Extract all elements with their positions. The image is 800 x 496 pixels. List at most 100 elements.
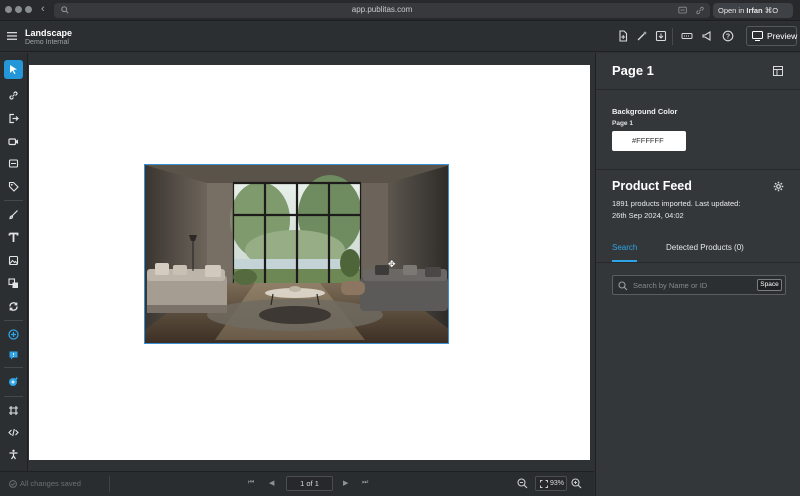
search-icon bbox=[618, 281, 628, 291]
toolbar-divider bbox=[4, 320, 23, 321]
tool-sidebar bbox=[0, 53, 28, 496]
sparkle-icon bbox=[9, 376, 19, 386]
next-page-icon[interactable]: ▶ bbox=[343, 479, 348, 487]
minimize-window-dot[interactable] bbox=[15, 6, 22, 13]
refresh-icon bbox=[9, 302, 18, 311]
keyboard-icon[interactable] bbox=[681, 30, 693, 42]
external-link-tool[interactable] bbox=[4, 109, 23, 128]
previous-page-icon[interactable]: ◀ bbox=[269, 479, 274, 487]
feed-status-line: 1891 products imported. Last updated: bbox=[612, 199, 741, 208]
frame-icon bbox=[9, 406, 18, 415]
publication-title: Landscape bbox=[25, 28, 73, 38]
link-tool[interactable] bbox=[4, 86, 23, 105]
link-icon[interactable] bbox=[695, 6, 705, 15]
open-in-app-name: Irfan bbox=[746, 6, 763, 15]
cursor-icon bbox=[10, 65, 17, 74]
tab-search[interactable]: Search bbox=[612, 243, 637, 252]
properties-panel: Page 1 Background Color Page 1 #FFFFFF P… bbox=[595, 53, 800, 496]
zoom-value: 93% bbox=[550, 480, 565, 487]
space-shortcut-badge: Space bbox=[757, 279, 782, 291]
maximize-window-dot[interactable] bbox=[25, 6, 32, 13]
page-layout-icon[interactable] bbox=[773, 66, 783, 76]
product-search-input[interactable]: Search by Name or ID Space bbox=[612, 275, 786, 295]
check-circle-icon bbox=[9, 480, 17, 488]
preview-button[interactable]: Preview bbox=[746, 26, 797, 46]
download-icon[interactable] bbox=[655, 30, 667, 42]
background-page-label: Page 1 bbox=[612, 120, 633, 127]
image-icon bbox=[8, 255, 19, 266]
video-icon bbox=[8, 138, 18, 146]
close-window-dot[interactable] bbox=[5, 6, 12, 13]
tab-divider bbox=[596, 262, 800, 263]
open-in-label: Open in bbox=[718, 6, 745, 15]
landscape-living-room-image[interactable]: ✥ bbox=[144, 164, 449, 344]
gear-icon[interactable] bbox=[773, 181, 784, 192]
last-page-icon[interactable]: ⏭ bbox=[362, 479, 368, 487]
layers-tool[interactable] bbox=[4, 274, 23, 293]
toolbar-divider bbox=[4, 396, 23, 397]
draw-tool[interactable] bbox=[4, 205, 23, 224]
feed-status: 1891 products imported. Last updated: 26… bbox=[612, 198, 772, 221]
monitor-icon bbox=[752, 31, 763, 41]
bottom-status-bar: All changes saved ⏮ ◀ 1 of 1 ▶ ⏭ 93% bbox=[0, 471, 594, 496]
image-tool[interactable] bbox=[4, 251, 23, 270]
url-text: app.publitas.com bbox=[351, 5, 413, 14]
select-tool[interactable] bbox=[4, 60, 23, 79]
toolbar-separator bbox=[672, 28, 673, 45]
editor-canvas[interactable]: ✥ bbox=[29, 53, 594, 471]
reader-icon[interactable] bbox=[678, 6, 688, 15]
accessibility-tool[interactable] bbox=[4, 445, 23, 464]
add-page-icon[interactable] bbox=[617, 30, 629, 42]
tag-icon bbox=[8, 181, 19, 192]
canvas-page[interactable]: ✥ bbox=[29, 65, 590, 460]
toolbar-divider bbox=[4, 367, 23, 368]
add-hotspot-tool[interactable] bbox=[4, 325, 23, 344]
ai-tool[interactable] bbox=[4, 372, 23, 391]
living-room-photo: ✥ bbox=[145, 165, 448, 343]
open-in-shortcut: ⌘O bbox=[764, 6, 779, 15]
publication-subtitle: Demo Internal bbox=[25, 39, 69, 46]
announcement-icon[interactable] bbox=[701, 30, 713, 42]
save-status: All changes saved bbox=[20, 479, 81, 488]
embed-icon bbox=[8, 159, 19, 168]
plus-circle-icon bbox=[8, 329, 19, 340]
embed-tool[interactable] bbox=[4, 154, 23, 173]
browser-back-icon[interactable]: ‹ bbox=[41, 3, 45, 15]
open-in-app-button[interactable]: Open in Irfan ⌘O bbox=[713, 3, 793, 18]
layers-icon bbox=[8, 278, 18, 288]
zoom-level-field[interactable]: 93% bbox=[535, 476, 567, 491]
zoom-out-icon[interactable] bbox=[517, 478, 528, 489]
product-feed-title: Product Feed bbox=[612, 179, 692, 193]
address-bar[interactable]: app.publitas.com bbox=[54, 3, 710, 18]
exit-icon bbox=[9, 113, 19, 124]
page-title: Page 1 bbox=[612, 63, 654, 78]
fit-icon bbox=[540, 480, 548, 488]
first-page-icon[interactable]: ⏮ bbox=[248, 479, 254, 487]
video-tool[interactable] bbox=[4, 132, 23, 151]
link-icon bbox=[9, 91, 18, 100]
panel-header: Page 1 bbox=[596, 53, 800, 90]
tab-detected-products[interactable]: Detected Products (0) bbox=[666, 243, 744, 252]
page-indicator[interactable]: 1 of 1 bbox=[286, 476, 333, 491]
panel-divider bbox=[596, 169, 800, 170]
magic-wand-icon[interactable] bbox=[636, 30, 648, 42]
brush-icon bbox=[9, 210, 18, 220]
toolbar-divider bbox=[4, 200, 23, 201]
slideshow-tool[interactable] bbox=[4, 297, 23, 316]
menu-icon[interactable] bbox=[7, 32, 17, 40]
product-tag-tool[interactable] bbox=[4, 177, 23, 196]
background-color-input[interactable]: #FFFFFF bbox=[612, 131, 686, 151]
svg-text:?: ? bbox=[726, 33, 730, 40]
search-placeholder: Search by Name or ID bbox=[633, 281, 708, 290]
status-separator bbox=[109, 476, 110, 492]
crop-tool[interactable] bbox=[4, 401, 23, 420]
comment-tool[interactable] bbox=[4, 346, 23, 365]
help-icon[interactable]: ? bbox=[722, 30, 734, 42]
zoom-in-icon[interactable] bbox=[571, 478, 582, 489]
code-tool[interactable] bbox=[4, 423, 23, 442]
text-icon bbox=[8, 232, 19, 242]
background-color-label: Background Color bbox=[612, 107, 678, 116]
feed-updated-date: 26th Sep 2024, 04:02 bbox=[612, 210, 684, 220]
text-tool[interactable] bbox=[4, 228, 23, 247]
browser-toolbar: ‹ app.publitas.com Open in Irfan ⌘O bbox=[0, 0, 800, 21]
